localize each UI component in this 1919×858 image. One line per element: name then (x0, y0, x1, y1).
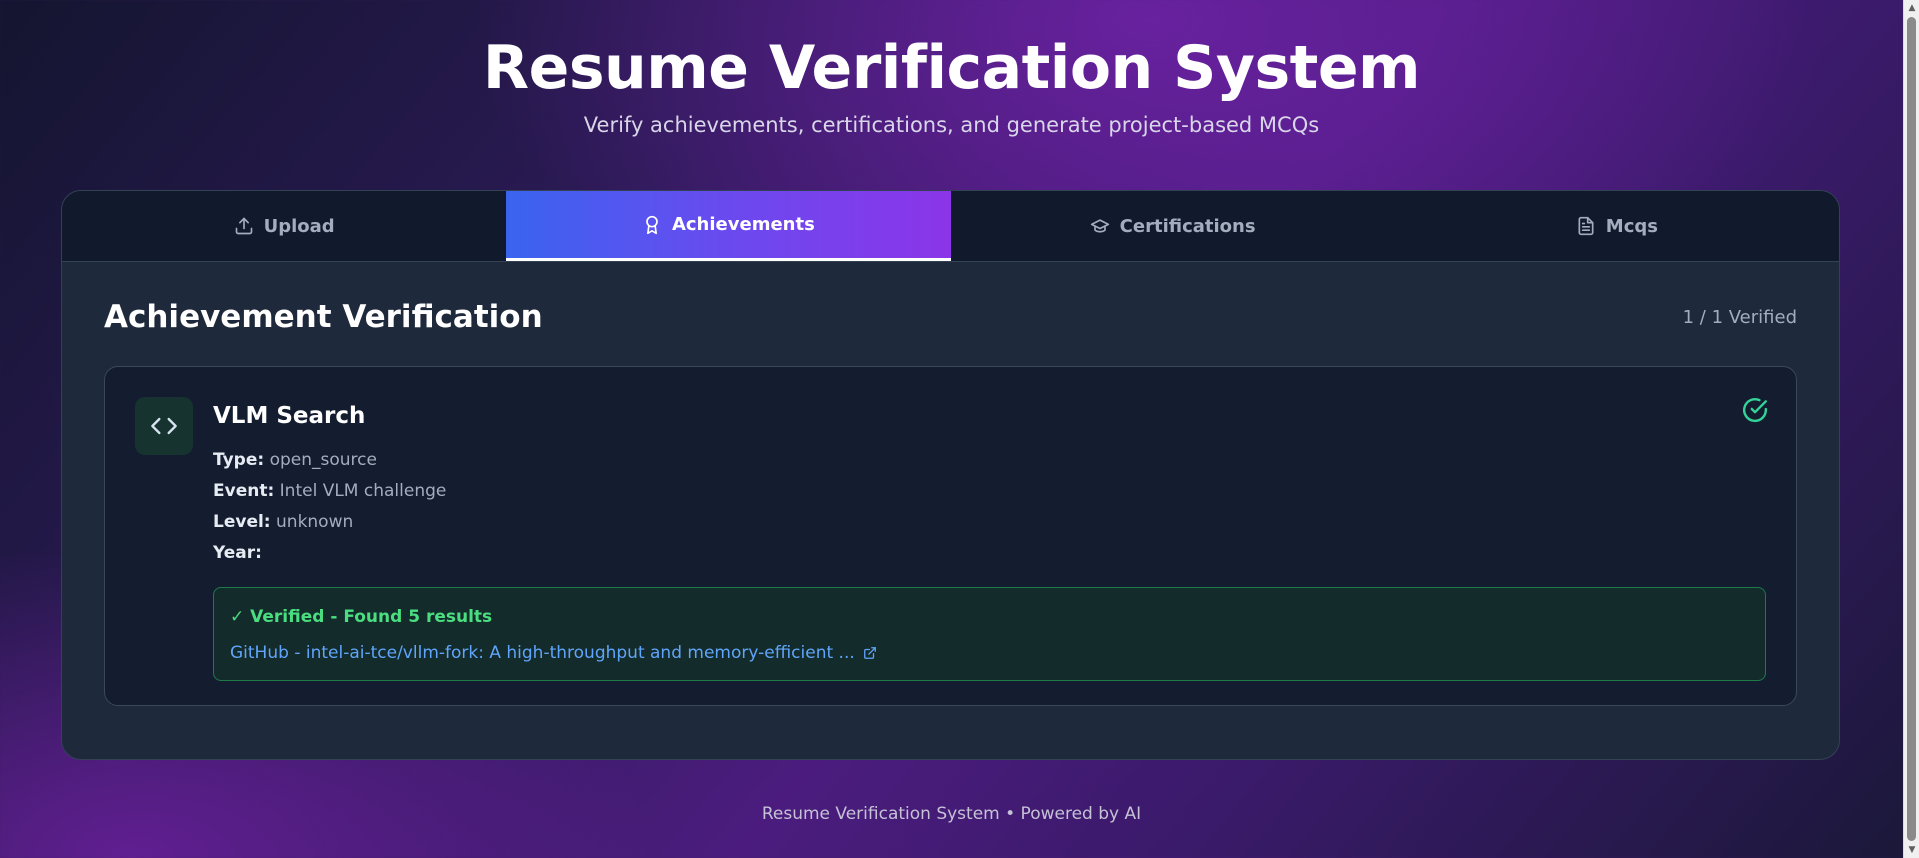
main-card: Upload Achievements Certifications Mcqs … (61, 190, 1840, 760)
meta-value: Intel VLM challenge (279, 481, 447, 501)
tab-certifications[interactable]: Certifications (951, 191, 1395, 261)
meta-type: Type: open_source (213, 445, 1766, 476)
award-icon (646, 215, 658, 234)
meta-key: Year: (213, 543, 262, 563)
external-link-icon (863, 647, 876, 659)
scroll-down-arrow-icon[interactable]: ▼ (1904, 842, 1919, 858)
scroll-up-arrow-icon[interactable]: ▲ (1904, 0, 1919, 16)
vertical-scrollbar[interactable]: ▲ ▼ (1903, 0, 1919, 858)
tab-label: Achievements (671, 214, 815, 235)
scrollbar-thumb[interactable] (1907, 17, 1916, 841)
section-title: Achievement Verification (104, 299, 543, 335)
verified-count: 1 / 1 Verified (1682, 306, 1797, 328)
verification-result: ✓ Verified - Found 5 results GitHub - in… (213, 587, 1766, 681)
page-title: Resume Verification System (482, 33, 1421, 103)
code-icon (135, 397, 193, 455)
achievement-title: VLM Search (213, 403, 366, 429)
upload-icon (235, 217, 252, 235)
meta-level: Level: unknown (213, 507, 1766, 538)
meta-event: Event: Intel VLM challenge (213, 476, 1766, 507)
achievement-card: VLM Search Type: open_source Event: Inte… (104, 366, 1797, 706)
document-icon (1578, 216, 1594, 236)
section-header: Achievement Verification 1 / 1 Verified (104, 282, 1797, 352)
meta-value: unknown (276, 512, 354, 532)
page-subtitle: Verify achievements, certifications, and… (583, 113, 1320, 137)
tab-label: Mcqs (1605, 215, 1658, 237)
meta-key: Type: (213, 450, 265, 470)
tab-mcqs[interactable]: Mcqs (1395, 191, 1839, 261)
verification-status: ✓ Verified - Found 5 results (230, 607, 493, 627)
tab-label: Upload (263, 215, 335, 237)
tab-bar: Upload Achievements Certifications Mcqs (62, 191, 1839, 262)
achievement-body: VLM Search Type: open_source Event: Inte… (213, 401, 1766, 681)
tab-content: Achievement Verification 1 / 1 Verified … (62, 282, 1839, 706)
achievement-meta: Type: open_source Event: Intel VLM chall… (213, 445, 1766, 569)
graduation-cap-icon (1090, 219, 1109, 233)
page-header: Resume Verification System Verify achiev… (0, 0, 1903, 138)
result-link[interactable]: GitHub - intel-ai-tce/vllm-fork: A high-… (230, 642, 877, 664)
page-footer: Resume Verification System • Powered by … (761, 804, 1142, 824)
tab-upload[interactable]: Upload (62, 191, 506, 261)
tab-achievements[interactable]: Achievements (506, 191, 951, 261)
tab-label: Certifications (1119, 215, 1256, 237)
meta-value: open_source (269, 450, 377, 470)
result-link-text: GitHub - intel-ai-tce/vllm-fork: A high-… (230, 643, 855, 663)
meta-key: Event: (213, 481, 275, 501)
meta-year: Year: (213, 538, 1766, 569)
meta-key: Level: (213, 512, 271, 532)
